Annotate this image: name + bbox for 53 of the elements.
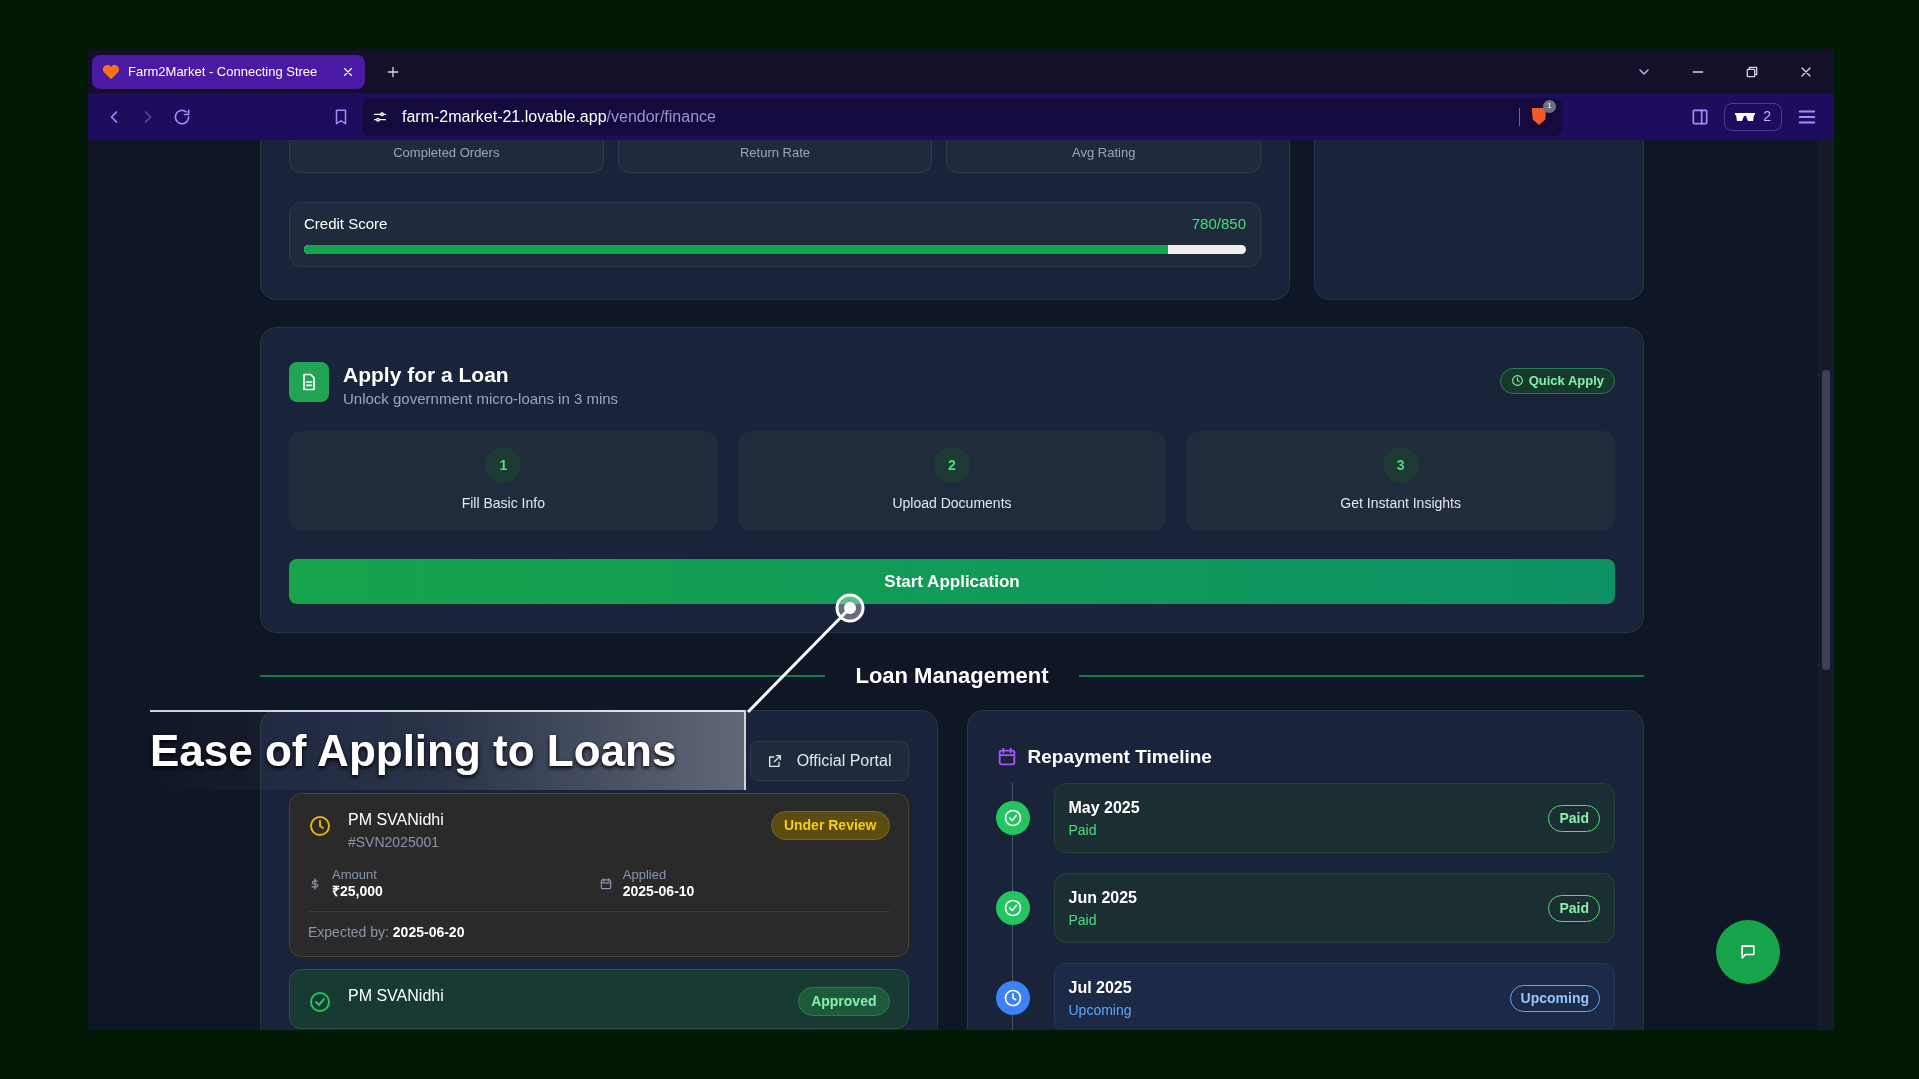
video-caption: Ease of Appling to Loans [150,710,746,790]
status-badge: Under Review [770,810,890,840]
quick-apply-badge: Quick Apply [1499,368,1615,394]
step-label: Get Instant Insights [1340,494,1461,514]
amount-label: Amount [332,866,378,883]
repayment-status: Paid [1068,820,1098,840]
tab-title: Farm2Market - Connecting Stree [128,62,318,81]
private-windows-button[interactable]: 2 [1724,102,1782,131]
clock-icon [308,813,332,838]
repayment-month: Jul 2025 [1068,977,1132,998]
application-id: #SVN2025001 [348,832,441,852]
repayment-month: May 2025 [1068,797,1140,818]
loan-apply-title: Apply for a Loan [343,362,510,388]
step-label: Upload Documents [892,494,1012,514]
repayment-status: Upcoming [1068,1000,1132,1020]
calendar-icon [598,876,613,891]
status-badge: Approved [798,986,890,1016]
clock-icon [1510,374,1524,388]
browser-tab[interactable]: Farm2Market - Connecting Stree [92,54,365,89]
stat-label: Completed Orders [393,144,500,162]
clock-icon [1002,988,1023,1009]
stat-label: Return Rate [739,144,811,162]
credit-score-label: Credit Score [304,214,388,234]
official-portal-button[interactable]: Official Portal [749,740,909,781]
scheme-name: PM SVANidhi [348,809,444,830]
chat-bubble-icon [1738,942,1758,962]
glasses-icon [1735,111,1756,122]
start-application-button[interactable]: Start Application [289,558,1615,604]
loan-apply-subtitle: Unlock government micro-loans in 3 mins [343,389,619,410]
step-number: 2 [934,447,970,484]
scheme-name: PM SVANidhi [348,985,444,1006]
check-circle-icon [1002,808,1023,829]
repayment-status: Paid [1068,910,1098,930]
step-number: 3 [1382,447,1419,484]
check-circle-icon [308,989,332,1014]
section-heading: Loan Management [854,662,1050,691]
scrollbar[interactable] [1818,140,1834,1030]
applied-label: Applied [622,866,668,883]
applied-date: 2025-06-10 [622,883,695,901]
url-text: farm-2market-21.lovable.app/vendor/finance [402,106,716,127]
repayment-month: Jun 2025 [1068,887,1137,908]
external-link-icon [766,752,783,769]
repayment-title: Repayment Timeline [1027,744,1212,769]
check-circle-icon [1002,898,1023,919]
credit-score-value: 780/850 [1191,214,1246,234]
amount-value: ₹25,000 [332,883,383,901]
shields-count: 1 [1543,99,1556,113]
address-bar[interactable]: farm-2market-21.lovable.app/vendor/finance 1 [362,97,1562,136]
step-number: 1 [485,447,522,484]
stat-label: Avg Rating [1072,144,1136,162]
heart-logo-icon [102,63,120,80]
expected-date-text: Expected by: 2025-06-20 [308,923,465,940]
step-label: Fill Basic Info [461,494,545,514]
